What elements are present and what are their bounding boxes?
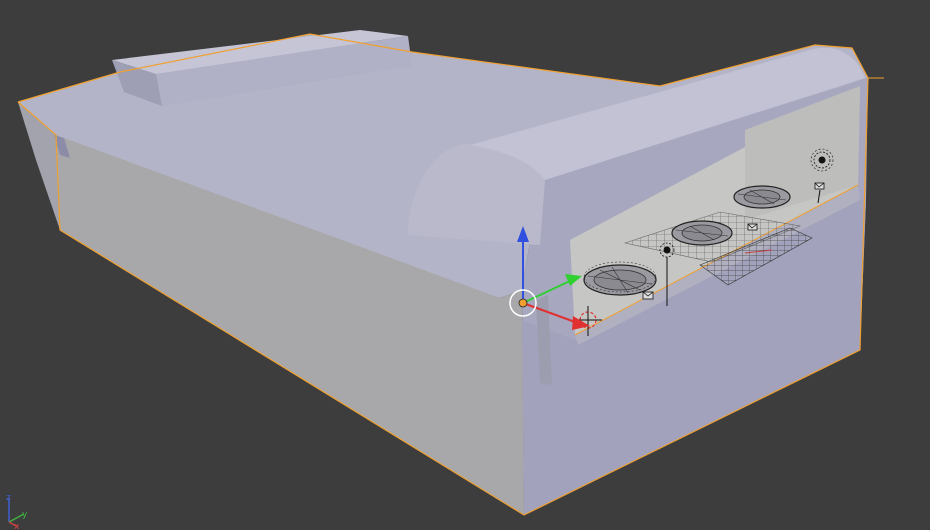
object-origin: [518, 298, 528, 308]
mini-axis-x-label: x: [14, 522, 20, 530]
fan-1-marker-icon: [642, 291, 654, 300]
fan-2[interactable]: [671, 220, 733, 246]
3d-viewport[interactable]: z y x: [0, 0, 930, 530]
fan-3[interactable]: [733, 185, 791, 209]
mini-axis-widget: z y x: [6, 493, 28, 530]
fan-2-marker-icon: [747, 223, 758, 231]
mini-axis-y-label: y: [22, 510, 28, 520]
scene-canvas[interactable]: z y x: [0, 0, 930, 530]
fan-3-marker-icon: [814, 182, 825, 190]
mini-axis-z-label: z: [6, 493, 11, 503]
building-model[interactable]: [17, 30, 884, 516]
